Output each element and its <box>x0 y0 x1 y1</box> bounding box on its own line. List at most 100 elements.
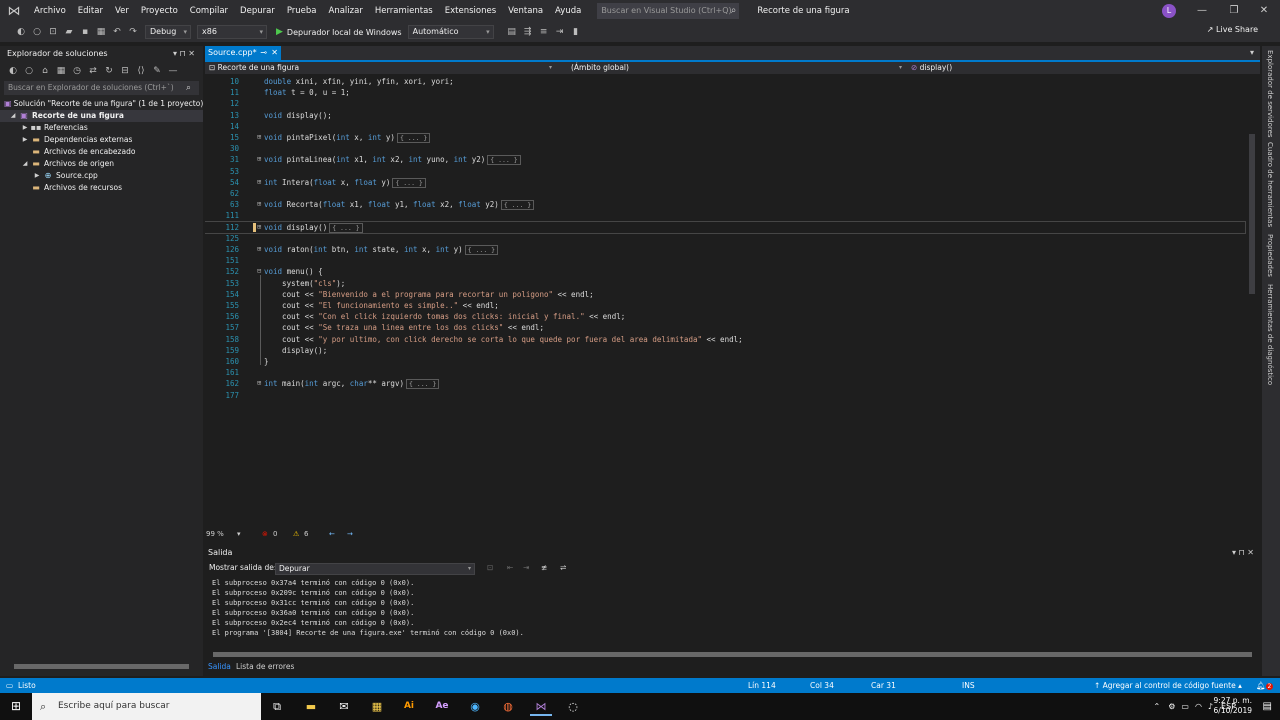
side-tab-toolbox[interactable]: Cuadro de herramientas <box>1266 142 1274 227</box>
code-line[interactable]: 154 cout << "Bienvenido a el programa pa… <box>205 289 1245 300</box>
chevron-down-icon[interactable]: ◢ <box>8 110 18 122</box>
status-col[interactable]: Col 34 <box>810 678 834 693</box>
chevron-right-icon[interactable]: ▶ <box>32 170 42 182</box>
mail-icon[interactable]: ✉ <box>333 697 355 716</box>
tree-item-header-files[interactable]: ▬ Archivos de encabezado <box>0 146 203 158</box>
undo-icon[interactable]: ↶ <box>110 27 124 37</box>
collapsed-region[interactable]: { ... } <box>487 155 521 166</box>
visual-studio-logo-icon[interactable]: ⋈ <box>0 0 28 22</box>
preview-icon[interactable]: — <box>166 66 180 76</box>
uncomment-icon[interactable]: ≡ <box>537 27 551 37</box>
menu-extensiones[interactable]: Extensiones <box>439 0 502 22</box>
windows-start-icon[interactable]: ⊞ <box>0 693 32 720</box>
collapsed-region[interactable]: { ... } <box>405 379 440 390</box>
scope-dropdown[interactable]: (Ámbito global) ▾ <box>571 62 911 74</box>
panel-options-icon[interactable]: ▾ ⊓ ✕ <box>173 46 195 62</box>
code-line[interactable]: 162 ⊞ int main(int argc, char** argv){ ...… <box>205 378 1245 390</box>
find-message-icon[interactable]: ⊡ <box>487 563 493 572</box>
chevron-right-icon[interactable]: ▶ <box>20 134 30 146</box>
network-icon[interactable]: ⚙ <box>1168 702 1175 711</box>
close-icon[interactable]: ✕ <box>271 46 278 60</box>
tree-item-source-cpp[interactable]: ▶ ⊕ Source.cpp <box>0 170 203 182</box>
expand-icon[interactable]: ⊞ <box>257 132 261 143</box>
code-line[interactable]: 155 cout << "El funcionamiento es simple… <box>205 300 1245 311</box>
tree-item-resource-files[interactable]: ▬ Archivos de recursos <box>0 182 203 194</box>
maximize-icon[interactable]: ❐ <box>1218 0 1250 22</box>
tab-salida[interactable]: Salida <box>205 660 234 674</box>
tab-source-cpp[interactable]: Source.cpp* ⊸ ✕ <box>205 46 281 60</box>
status-line[interactable]: Lín 114 <box>748 678 776 693</box>
prev-message-icon[interactable]: ⇤ <box>507 563 513 572</box>
expand-icon[interactable]: ⊞ <box>257 199 261 210</box>
save-all-icon[interactable]: ▦ <box>94 27 108 37</box>
clear-all-icon[interactable]: ≢ <box>541 563 547 572</box>
close-icon[interactable]: ✕ <box>1248 0 1280 22</box>
side-tab-diagnostics[interactable]: Herramientas de diagnóstico <box>1266 284 1274 385</box>
scrollbar-thumb[interactable] <box>14 664 189 669</box>
side-tab-properties[interactable]: Propiedades <box>1266 234 1274 277</box>
tree-item-project[interactable]: ◢ ▣ Recorte de una figura <box>0 110 203 122</box>
code-line[interactable]: 63 ⊞ void Recorta(float x1, float y1, floa… <box>205 199 1245 211</box>
visual-studio-icon[interactable]: ⋈ <box>530 697 552 716</box>
tree-item-references[interactable]: ▶ ▪▪ Referencias <box>0 122 203 134</box>
indent-icon[interactable]: ⇥ <box>553 27 567 37</box>
code-line[interactable]: 62 <box>205 188 1245 199</box>
menu-proyecto[interactable]: Proyecto <box>135 0 184 22</box>
store-icon[interactable]: ▦ <box>366 697 388 716</box>
output-source-select[interactable]: Depurar ▾ <box>275 563 475 575</box>
code-line[interactable]: 54 ⊞ int Intera(float x, float y){ ... } <box>205 177 1245 188</box>
browse-icon[interactable]: ▤ <box>505 27 519 37</box>
menu-prueba[interactable]: Prueba <box>281 0 323 22</box>
code-line[interactable]: 10 double xini, xfin, yini, yfin, xori, y… <box>205 76 1245 87</box>
arrow-left-icon[interactable]: ← <box>329 530 335 538</box>
sync-icon[interactable]: ⇄ <box>86 66 100 76</box>
taskbar-search-input[interactable]: ⌕ Escribe aquí para buscar <box>32 693 261 720</box>
word-wrap-icon[interactable]: ⇌ <box>560 563 566 572</box>
warning-icon[interactable]: ⚠ <box>293 530 299 538</box>
code-line[interactable]: 30 <box>205 143 1245 154</box>
source-control-button[interactable]: ↑ Agregar al control de código fuente ▴ <box>1094 678 1242 693</box>
output-horizontal-scrollbar[interactable] <box>205 650 1260 658</box>
code-line[interactable]: 14 <box>205 121 1245 132</box>
code-line[interactable]: 156 cout << "Con el click izquierdo toma… <box>205 311 1245 322</box>
action-center-icon[interactable]: ▤ <box>1263 693 1272 720</box>
forward-icon[interactable]: ○ <box>30 27 44 37</box>
collapsed-region[interactable]: { ... } <box>500 200 535 211</box>
app-icon[interactable]: ◌ <box>562 697 584 716</box>
code-line[interactable]: 11 float t = 0, u = 1; <box>205 87 1245 98</box>
chevron-down-icon[interactable]: ▾ <box>237 530 241 538</box>
open-folder-icon[interactable]: ▰ <box>62 27 76 37</box>
back-icon[interactable]: ◐ <box>6 66 20 76</box>
menu-herramientas[interactable]: Herramientas <box>369 0 439 22</box>
home-icon[interactable]: ⌂ <box>38 66 52 76</box>
clock[interactable]: 9:27 p. m. 6/10/2019 <box>1214 696 1252 716</box>
tab-list-dropdown-icon[interactable]: ▾ <box>1250 46 1254 60</box>
expand-icon[interactable]: ⊞ <box>257 222 261 233</box>
redo-icon[interactable]: ↷ <box>126 27 140 37</box>
code-line[interactable]: 151 <box>205 255 1245 266</box>
chevron-down-icon[interactable]: ◢ <box>20 158 30 170</box>
collapsed-region[interactable]: { ... } <box>464 245 499 255</box>
start-debug-button[interactable]: ▶ Depurador local de Windows <box>276 27 402 37</box>
menu-ayuda[interactable]: Ayuda <box>549 0 587 22</box>
live-share-button[interactable]: ↗ Live Share <box>1207 25 1258 34</box>
status-car[interactable]: Car 31 <box>871 678 896 693</box>
switch-views-icon[interactable]: ▦ <box>54 66 68 76</box>
code-line[interactable]: 177 <box>205 390 1245 401</box>
minimize-icon[interactable]: — <box>1186 0 1218 22</box>
volume-icon[interactable]: ♪ <box>1208 702 1213 711</box>
scrollbar-thumb[interactable] <box>213 652 1252 657</box>
code-line[interactable]: 158 cout << "y por ultimo, con click der… <box>205 334 1245 345</box>
back-icon[interactable]: ◐ <box>14 27 28 37</box>
menu-analizar[interactable]: Analizar <box>323 0 369 22</box>
arrow-right-icon[interactable]: → <box>347 530 353 538</box>
wifi-icon[interactable]: ◠ <box>1195 702 1202 711</box>
tree-item-external-deps[interactable]: ▶ ▬ Dependencias externas <box>0 134 203 146</box>
pin-icon[interactable]: ⊸ <box>260 46 267 60</box>
expand-icon[interactable]: ⊞ <box>257 154 261 165</box>
project-dropdown[interactable]: ⊡ Recorte de una figura ▾ <box>209 62 559 74</box>
tab-lista-errores[interactable]: Lista de errores <box>233 660 297 674</box>
platform-select[interactable]: x86 ▾ <box>197 25 267 39</box>
menu-depurar[interactable]: Depurar <box>234 0 281 22</box>
chevron-right-icon[interactable]: ▶ <box>20 122 30 134</box>
